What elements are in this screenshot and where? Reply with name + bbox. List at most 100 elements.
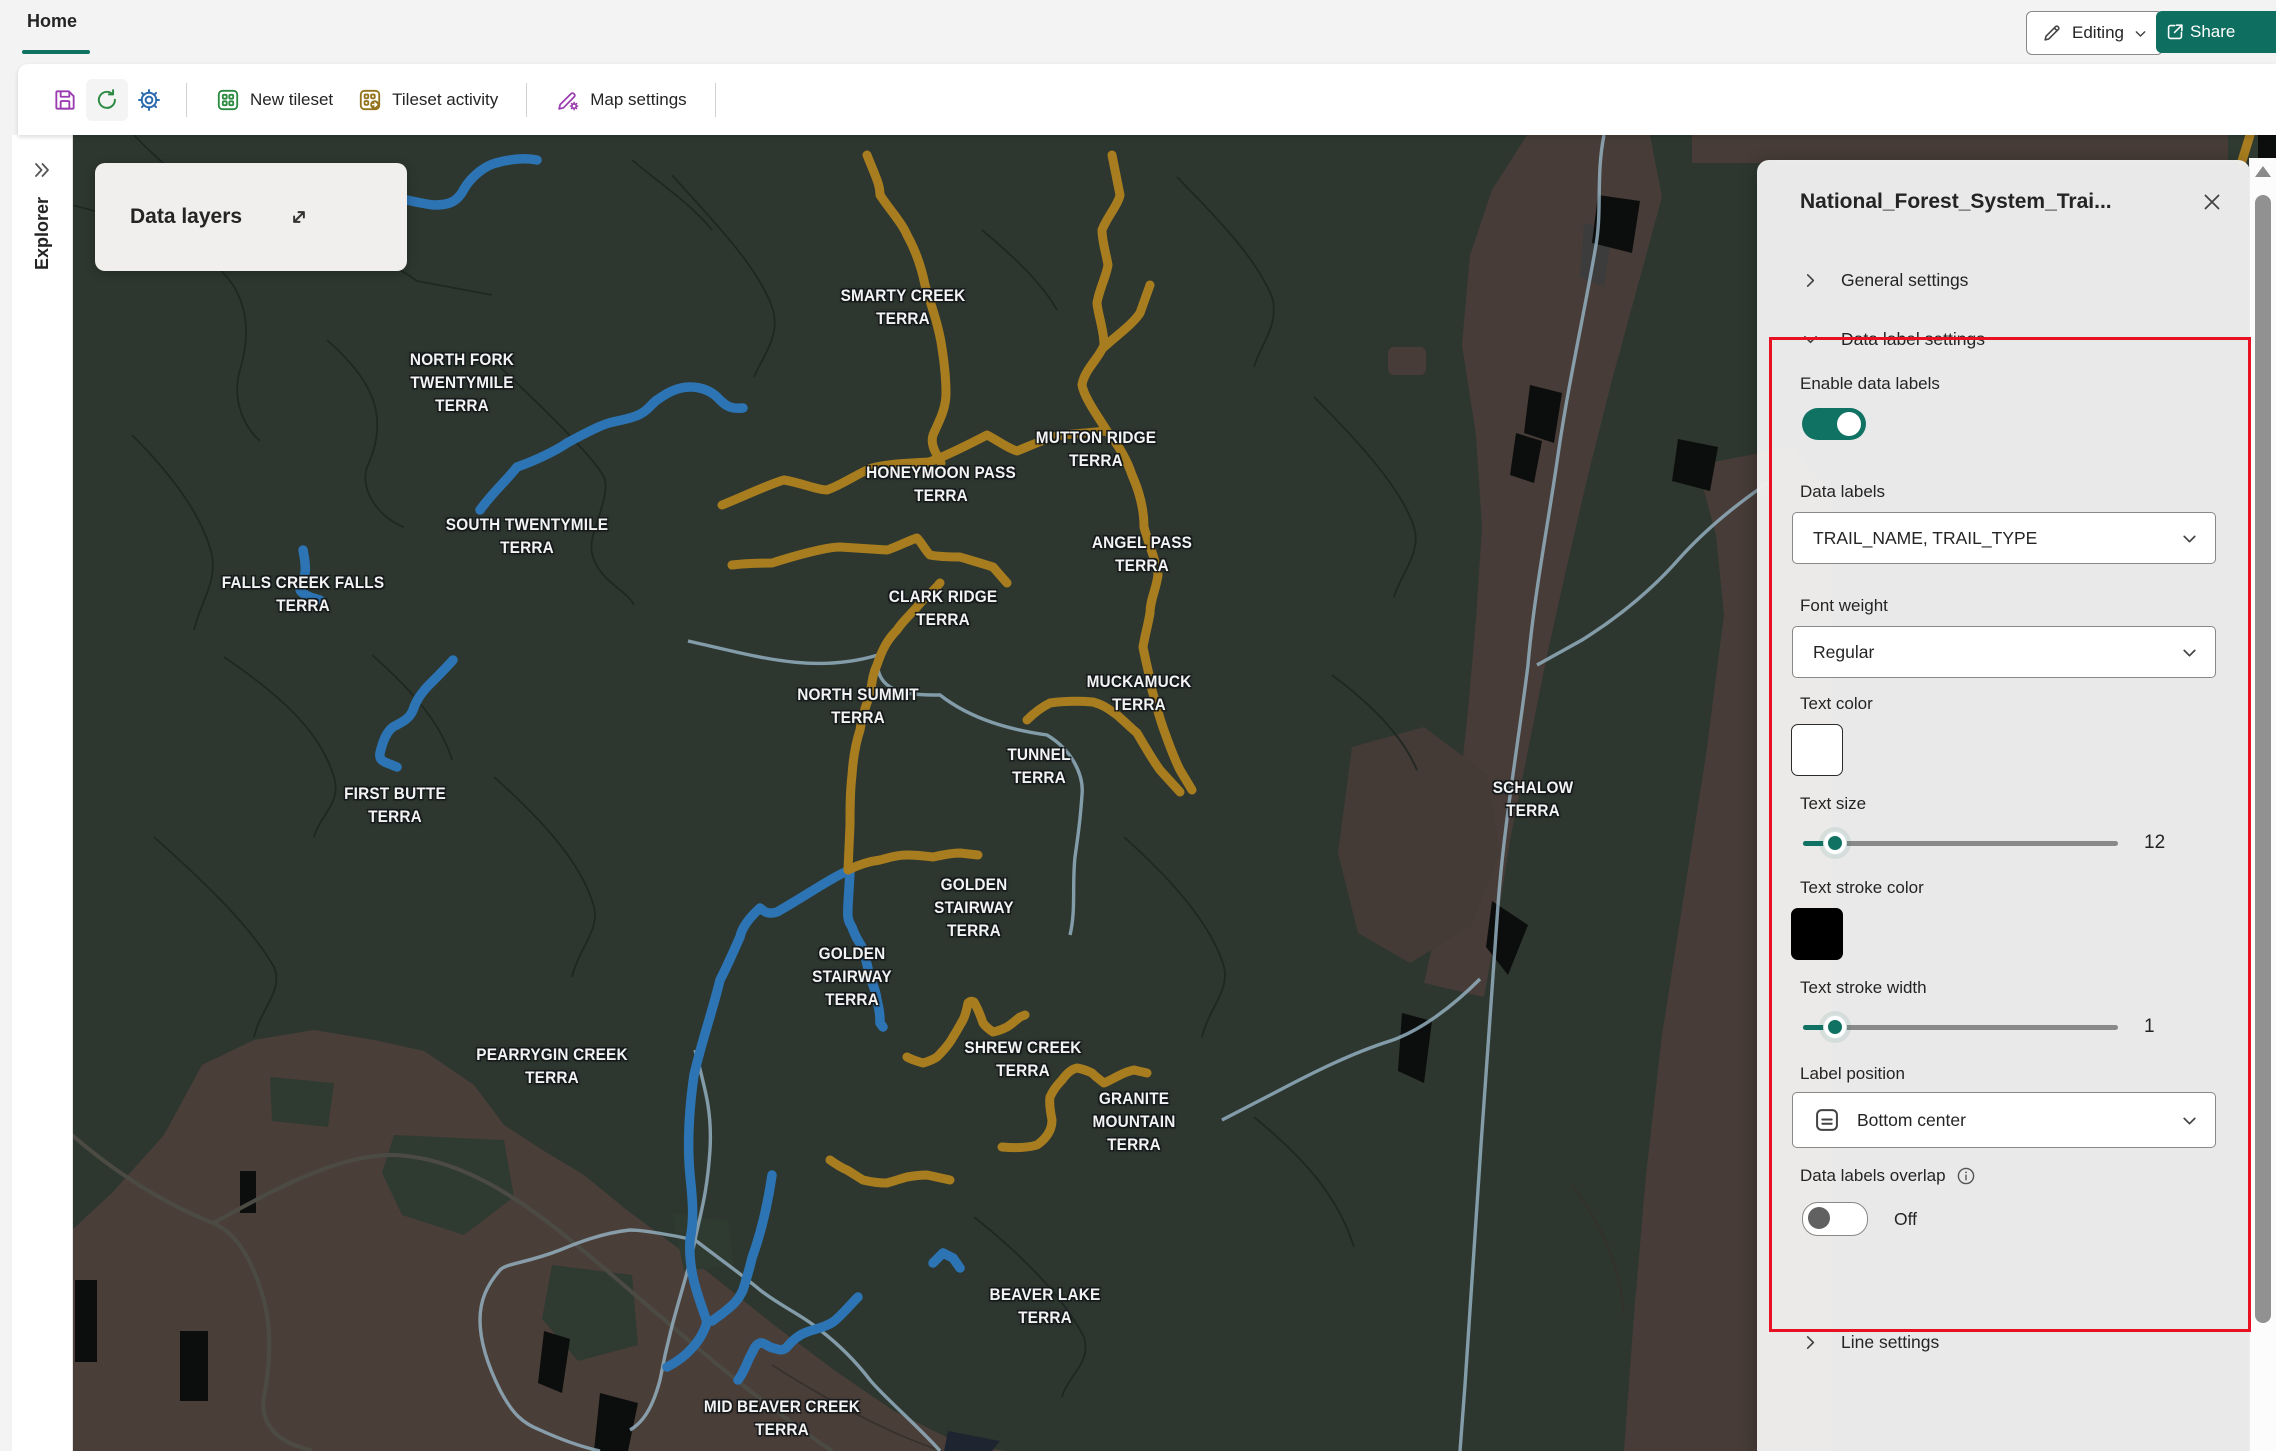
tileset-grid-icon: [215, 87, 241, 113]
line-settings-label: Line settings: [1841, 1332, 1939, 1353]
map-label: MUTTON RIDGETERRA: [1036, 427, 1156, 473]
tab-bar: Home Editing Share: [0, 0, 2276, 64]
toggle-knob: [1808, 1207, 1830, 1229]
text-size-label: Text size: [1800, 794, 2250, 814]
map-label: BEAVER LAKETERRA: [990, 1284, 1101, 1330]
toolbar-divider: [715, 83, 716, 117]
enable-data-labels-toggle[interactable]: [1802, 408, 1866, 440]
section-line-settings[interactable]: Line settings: [1802, 1332, 2250, 1353]
explorer-collapsed-panel: Explorer: [12, 135, 73, 1451]
data-labels-value: TRAIL_NAME, TRAIL_TYPE: [1813, 528, 2037, 549]
data-labels-dropdown[interactable]: TRAIL_NAME, TRAIL_TYPE: [1792, 512, 2216, 564]
slider-track: [1803, 841, 2118, 846]
panel-scrollbar[interactable]: [2249, 158, 2276, 1451]
slider-thumb[interactable]: [1824, 1016, 1846, 1038]
map-label: SHREW CREEKTERRA: [964, 1037, 1081, 1083]
save-button[interactable]: [44, 79, 86, 121]
data-labels-overlap-label: Data labels overlap: [1800, 1166, 1946, 1186]
layer-settings-panel: National_Forest_System_Trai... General s…: [1757, 160, 2250, 1451]
text-size-value: 12: [2144, 832, 2180, 854]
font-weight-dropdown[interactable]: Regular: [1792, 626, 2216, 678]
overlap-state-label: Off: [1894, 1209, 1917, 1230]
settings-gear-button[interactable]: [128, 79, 170, 121]
chevron-right-icon: [1802, 1334, 1819, 1351]
section-data-label-settings[interactable]: Data label settings: [1802, 329, 2250, 350]
tileset-activity-label: Tileset activity: [392, 90, 498, 110]
info-icon[interactable]: [1956, 1166, 1976, 1186]
enable-data-labels-label: Enable data labels: [1800, 374, 2250, 394]
map-label: MUCKAMUCKTERRA: [1087, 671, 1192, 717]
toggle-knob: [1837, 412, 1861, 436]
map-label: NORTH SUMMITTERRA: [797, 684, 919, 730]
close-panel-icon[interactable]: [2198, 188, 2226, 216]
data-layers-label: Data layers: [130, 205, 242, 229]
font-weight-label: Font weight: [1800, 596, 2250, 616]
label-position-icon: [1813, 1106, 1841, 1134]
section-general-settings[interactable]: General settings: [1802, 270, 2250, 291]
text-color-label: Text color: [1800, 694, 2250, 714]
tileset-activity-icon: [357, 87, 383, 113]
chevron-down-icon: [2133, 26, 2148, 41]
map-label: SOUTH TWENTYMILETERRA: [446, 514, 608, 560]
label-position-value: Bottom center: [1857, 1110, 1966, 1131]
expand-diagonal-icon: [286, 204, 312, 230]
text-color-swatch[interactable]: [1791, 724, 1843, 776]
new-tileset-button[interactable]: New tileset: [203, 77, 345, 123]
chevron-down-icon: [2180, 643, 2199, 662]
map-label: CLARK RIDGETERRA: [889, 586, 998, 632]
map-label: GOLDENSTAIRWAYTERRA: [812, 943, 892, 1012]
map-label: MID BEAVER CREEKTERRA: [704, 1396, 860, 1442]
tab-home[interactable]: Home: [27, 11, 77, 32]
slider-thumb[interactable]: [1824, 832, 1846, 854]
content-area: Explorer: [0, 135, 2276, 1451]
scrollbar-thumb[interactable]: [2255, 195, 2271, 1323]
map-settings-icon: [555, 87, 581, 113]
chevron-down-icon: [2180, 1111, 2199, 1130]
active-tab-underline: [22, 50, 90, 54]
toolbar: New tileset Tileset activity Map setting…: [18, 64, 2276, 135]
share-button[interactable]: Share: [2156, 11, 2276, 53]
map-settings-label: Map settings: [590, 90, 686, 110]
text-size-slider[interactable]: [1803, 830, 2118, 856]
data-labels-label: Data labels: [1800, 482, 2250, 502]
chevron-down-icon: [1802, 331, 1819, 348]
toolbar-divider: [186, 83, 187, 117]
general-settings-label: General settings: [1841, 270, 1968, 291]
text-stroke-color-swatch[interactable]: [1791, 908, 1843, 960]
expand-explorer-icon[interactable]: [29, 157, 55, 183]
share-icon: [2164, 21, 2186, 43]
text-stroke-width-slider[interactable]: [1803, 1014, 2118, 1040]
share-label: Share: [2190, 22, 2235, 42]
editing-mode-button[interactable]: Editing: [2026, 11, 2163, 55]
map-label: NORTH FORKTWENTYMILETERRA: [410, 349, 514, 418]
map-label: SMARTY CREEKTERRA: [841, 285, 966, 331]
refresh-button[interactable]: [86, 79, 128, 121]
data-layers-panel-button[interactable]: Data layers: [95, 163, 407, 271]
editing-label: Editing: [2072, 23, 2124, 43]
font-weight-value: Regular: [1813, 642, 1874, 663]
chevron-down-icon: [2180, 529, 2199, 548]
label-position-label: Label position: [1800, 1064, 2250, 1084]
map-label: TUNNELTERRA: [1007, 744, 1070, 790]
panel-title: National_Forest_System_Trai...: [1800, 190, 2112, 214]
toolbar-divider: [526, 83, 527, 117]
map-label: FIRST BUTTETERRA: [344, 783, 446, 829]
explorer-label: Explorer: [32, 197, 53, 327]
scrollbar-up-arrow-icon[interactable]: [2255, 166, 2271, 177]
text-stroke-width-value: 1: [2144, 1016, 2180, 1038]
new-tileset-label: New tileset: [250, 90, 333, 110]
label-position-dropdown[interactable]: Bottom center: [1792, 1092, 2216, 1148]
app-window: Home Editing Share: [0, 0, 2276, 1451]
text-stroke-color-label: Text stroke color: [1800, 878, 2250, 898]
map-settings-button[interactable]: Map settings: [543, 77, 698, 123]
map-label: ANGEL PASSTERRA: [1092, 532, 1192, 578]
tileset-activity-button[interactable]: Tileset activity: [345, 77, 510, 123]
data-labels-overlap-toggle[interactable]: [1802, 1202, 1868, 1236]
pencil-icon: [2041, 22, 2063, 44]
data-label-settings-label: Data label settings: [1841, 329, 1985, 350]
slider-track: [1803, 1025, 2118, 1030]
text-stroke-width-label: Text stroke width: [1800, 978, 2250, 998]
map-label: PEARRYGIN CREEKTERRA: [476, 1044, 627, 1090]
map-label: GRANITEMOUNTAINTERRA: [1092, 1088, 1175, 1157]
map-label: FALLS CREEK FALLSTERRA: [222, 572, 385, 618]
